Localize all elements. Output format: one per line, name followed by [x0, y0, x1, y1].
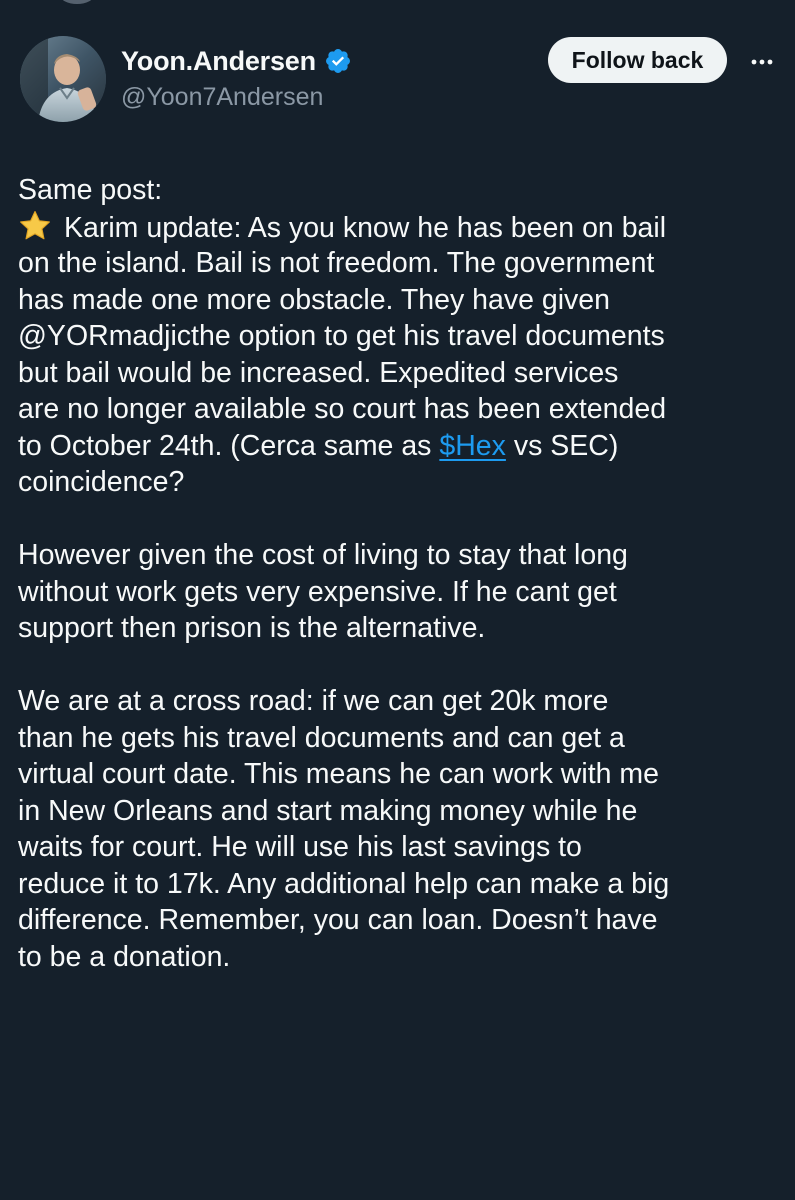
star-emoji-icon — [18, 209, 52, 243]
post-header: Yoon.Andersen @Yoon7Andersen Follow back — [0, 0, 795, 160]
cashtag-hex-link[interactable]: $Hex — [439, 430, 506, 462]
post-line: waits for court. He will use his last sa… — [18, 831, 582, 863]
author-display-name[interactable]: Yoon.Andersen — [121, 46, 316, 77]
post-line: Karim update: As you know he has been on… — [18, 209, 788, 246]
post-line: reduce it to 17k. Any additional help ca… — [18, 867, 670, 900]
post-line-text: Karim update: As you know he has been on… — [64, 211, 667, 244]
post-line: Same post: — [18, 174, 163, 206]
verified-badge-icon — [324, 47, 352, 75]
post-line: However given the cost of living to stay… — [18, 539, 628, 571]
post-line: @YORmadjicthe option to get his travel d… — [18, 320, 665, 352]
post-line-text: to October 24th. (Cerca same as — [18, 429, 440, 462]
post-line: has made one more obstacle. They have gi… — [18, 283, 611, 316]
post-line: in New Orleans and start making money wh… — [18, 794, 638, 827]
post-line: coincidence? — [18, 466, 185, 498]
avatar[interactable] — [20, 36, 106, 122]
avatar-image — [20, 36, 106, 122]
author-handle[interactable]: @Yoon7Andersen — [121, 83, 323, 112]
follow-back-button[interactable]: Follow back — [548, 37, 727, 83]
more-horizontal-icon — [751, 59, 773, 65]
post-line: without work gets very expensive. If he … — [18, 575, 617, 608]
post-line: are no longer available so court has bee… — [18, 393, 667, 425]
post-line: difference. Remember, you can loan. Does… — [18, 904, 658, 936]
post-line: than he gets his travel documents and ca… — [18, 721, 625, 754]
post-line: to be a donation. — [18, 940, 231, 973]
post-line: to October 24th. (Cerca same as $Hex vs … — [18, 428, 788, 465]
post-line: We are at a cross road: if we can get 20… — [18, 685, 609, 717]
more-options-button[interactable] — [744, 44, 780, 80]
post-line: on the island. Bail is not freedom. The … — [18, 247, 655, 279]
name-row: Yoon.Andersen — [121, 44, 352, 78]
post-text: Same post: Karim update: As you know he … — [18, 172, 788, 975]
post-line: virtual court date. This means he can wo… — [18, 758, 659, 790]
post-line: support then prison is the alternative. — [18, 612, 486, 644]
post-line: but bail would be increased. Expedited s… — [18, 356, 619, 389]
post-line-text: vs SEC) — [505, 429, 619, 462]
